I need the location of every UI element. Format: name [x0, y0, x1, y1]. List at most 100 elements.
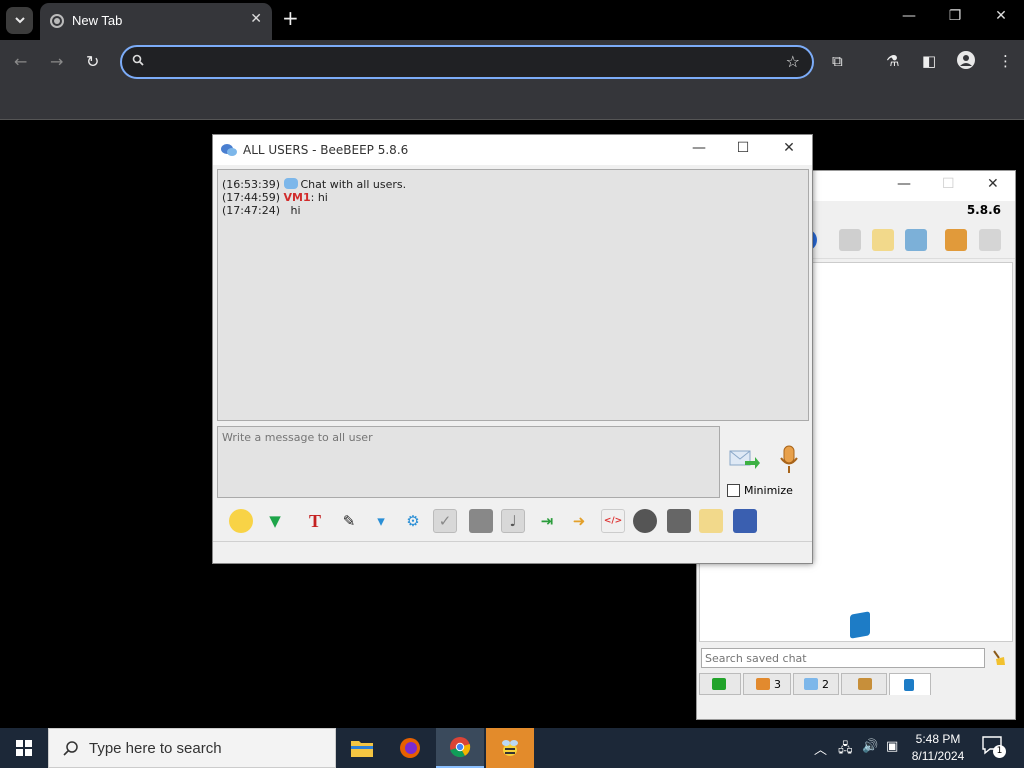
- address-input[interactable]: [154, 52, 754, 72]
- network-icon: [712, 678, 726, 690]
- color-picker-icon[interactable]: ✎: [337, 509, 361, 533]
- clock-time[interactable]: 5:48 PM: [900, 732, 976, 746]
- message-text: : hi: [310, 191, 328, 204]
- saved-chat-icon: [904, 678, 914, 691]
- close-tab-icon[interactable]: ✕: [250, 11, 262, 27]
- taskbar: Type here to search ︿ 🖧 🔊 ▣ 5:48 PM 8/11…: [0, 728, 1024, 768]
- address-bar[interactable]: ☆: [120, 45, 814, 79]
- maximize-window-button[interactable]: ☐: [942, 176, 955, 192]
- close-window-button[interactable]: ✕: [987, 176, 999, 192]
- users-icon: [756, 678, 770, 690]
- screenshot-icon[interactable]: [667, 509, 691, 533]
- side-panel-icon[interactable]: ◧: [922, 52, 936, 70]
- beebeep-app-icon: [221, 144, 237, 156]
- profile-avatar-icon[interactable]: [956, 50, 976, 74]
- text-style-icon[interactable]: [469, 509, 493, 533]
- chat-titlebar: ALL USERS - BeeBEEP 5.8.6 — ☐ ✕: [213, 135, 812, 165]
- taskbar-search-box[interactable]: Type here to search: [48, 728, 336, 768]
- restore-window-button[interactable]: ❐: [942, 8, 968, 24]
- reload-button[interactable]: ↻: [86, 52, 99, 71]
- dropdown-arrow-icon[interactable]: ▼: [263, 509, 287, 533]
- chat-statusbar: [213, 541, 812, 563]
- update-icon[interactable]: [945, 229, 967, 251]
- tab-groups[interactable]: [841, 673, 887, 695]
- settings-gear-icon[interactable]: ⚙: [401, 509, 425, 533]
- show-hidden-icons-chevron-icon[interactable]: ︿: [814, 739, 827, 758]
- emoticons-icon[interactable]: [229, 509, 253, 533]
- search-icon: [132, 54, 144, 66]
- note-icon[interactable]: ♩: [501, 509, 525, 533]
- home-icon[interactable]: [839, 229, 861, 251]
- export-icon[interactable]: ⇥: [535, 509, 559, 533]
- extensions-icon[interactable]: ⧉: [832, 52, 843, 70]
- beebeep-taskbar-button[interactable]: [486, 728, 534, 768]
- windows-logo-icon: [16, 740, 32, 756]
- font-icon[interactable]: T: [303, 509, 327, 533]
- saved-chat-scroll-icon: [850, 611, 870, 639]
- chats-icon: [804, 678, 818, 690]
- minimize-window-button[interactable]: —: [685, 140, 713, 156]
- send-message-icon[interactable]: [729, 447, 761, 473]
- notepad-icon[interactable]: [699, 509, 723, 533]
- chat-message: (17:44:59) VM1: hi: [222, 191, 804, 204]
- folder-icon: [351, 741, 373, 757]
- volume-icon[interactable]: 🔊: [862, 739, 878, 754]
- chrome-button[interactable]: [436, 728, 484, 768]
- bookmark-star-icon[interactable]: ☆: [786, 52, 800, 71]
- users-count: 3: [774, 677, 781, 691]
- search-saved-chat-input[interactable]: [701, 648, 985, 668]
- close-window-button[interactable]: ✕: [775, 140, 803, 156]
- record-icon[interactable]: [633, 509, 657, 533]
- save-chat-icon[interactable]: [733, 509, 757, 533]
- beebeep-bee-icon: [502, 740, 518, 756]
- forward-button[interactable]: →: [50, 52, 63, 71]
- new-tab-button[interactable]: +: [282, 6, 299, 30]
- labs-flask-icon[interactable]: ⚗: [886, 52, 899, 70]
- close-window-button[interactable]: ✕: [988, 8, 1014, 24]
- notification-count-badge: 1: [993, 745, 1006, 758]
- chats-count: 2: [822, 677, 829, 691]
- send-file-icon[interactable]: ➜: [567, 509, 591, 533]
- minimize-label: Minimize: [744, 484, 793, 497]
- chat-message: (17:47:24) hi: [222, 204, 804, 217]
- microphone-icon[interactable]: [779, 445, 799, 475]
- chrome-icon: [450, 737, 471, 758]
- tab-network[interactable]: [699, 673, 741, 695]
- filter-icon[interactable]: ▾: [369, 509, 393, 533]
- tray-app-icon[interactable]: ▣: [886, 739, 898, 754]
- firefox-icon: [400, 738, 420, 758]
- message-time: (16:53:39): [222, 178, 280, 191]
- maximize-window-button[interactable]: ☐: [729, 140, 757, 156]
- browser-tabstrip: New Tab ✕ + — ❐ ✕: [0, 0, 1024, 40]
- notification-center-button[interactable]: 1: [982, 736, 1008, 760]
- tab-chats[interactable]: 2: [793, 673, 839, 695]
- message-time: (17:47:24): [222, 204, 280, 217]
- html-icon[interactable]: </>: [601, 509, 625, 533]
- trash-icon[interactable]: [979, 229, 1001, 251]
- message-input[interactable]: [217, 426, 720, 498]
- tab-users[interactable]: 3: [743, 673, 791, 695]
- clock-date[interactable]: 8/11/2024: [900, 749, 976, 763]
- minimize-window-button[interactable]: —: [896, 8, 922, 24]
- chat-toolbar: ▼ T ✎ ▾ ⚙ ✓ ♩ ⇥ ➜ </>: [217, 503, 809, 539]
- clear-search-broom-icon[interactable]: [991, 649, 1007, 667]
- edit-profile-icon[interactable]: [872, 229, 894, 251]
- tab-title: New Tab: [72, 13, 123, 28]
- spellcheck-icon[interactable]: ✓: [433, 509, 457, 533]
- chevron-down-icon: [14, 17, 25, 24]
- start-button[interactable]: [0, 728, 48, 768]
- tab-search-button[interactable]: [6, 7, 33, 34]
- firefox-button[interactable]: [386, 728, 434, 768]
- file-explorer-button[interactable]: [338, 728, 386, 768]
- minimize-window-button[interactable]: —: [897, 176, 911, 192]
- minimize-checkbox[interactable]: [727, 484, 740, 497]
- browser-tab-new-tab[interactable]: New Tab ✕: [40, 3, 272, 40]
- bookmarks-bar: [0, 84, 1024, 120]
- network-icon[interactable]: 🖧: [838, 739, 853, 761]
- menu-kebab-icon[interactable]: ⋮: [998, 52, 1013, 70]
- main-statusbar: [697, 701, 1015, 719]
- chat-window-title: ALL USERS - BeeBEEP 5.8.6: [243, 143, 409, 157]
- tab-saved-chats[interactable]: [889, 673, 931, 695]
- back-button[interactable]: ←: [14, 52, 27, 71]
- tools-icon[interactable]: [905, 229, 927, 251]
